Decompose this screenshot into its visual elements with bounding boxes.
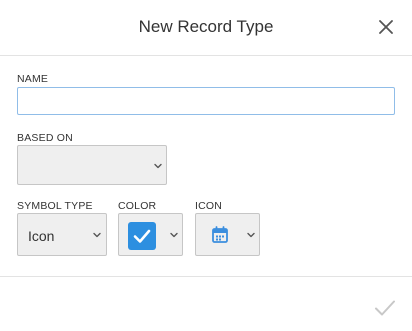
based-on-select[interactable]: [17, 145, 167, 185]
new-record-type-dialog: New Record Type NAME BASED ON SYMBOL TYP…: [0, 0, 412, 331]
chevron-down-icon: [247, 232, 255, 238]
check-icon: [133, 229, 151, 243]
name-label: NAME: [17, 73, 49, 85]
color-select[interactable]: [118, 213, 183, 256]
ok-button[interactable]: [374, 299, 396, 317]
name-input[interactable]: [17, 87, 395, 115]
close-button[interactable]: [375, 16, 397, 38]
based-on-label: BASED ON: [17, 132, 73, 144]
check-icon: [375, 300, 395, 316]
calendar-icon: [212, 226, 228, 243]
symbol-type-select[interactable]: Icon: [17, 213, 107, 256]
chevron-down-icon: [170, 232, 178, 238]
dialog-header: New Record Type: [0, 0, 412, 56]
icon-select[interactable]: [195, 213, 260, 256]
color-swatch: [128, 222, 156, 250]
icon-label: ICON: [195, 200, 223, 212]
symbol-type-value: Icon: [28, 228, 55, 244]
dialog-title: New Record Type: [138, 17, 274, 36]
color-label: COLOR: [118, 200, 157, 212]
close-icon: [379, 20, 393, 34]
symbol-type-label: SYMBOL TYPE: [17, 200, 93, 212]
chevron-down-icon: [154, 163, 162, 169]
dialog-footer: [0, 276, 412, 331]
chevron-down-icon: [93, 232, 101, 238]
